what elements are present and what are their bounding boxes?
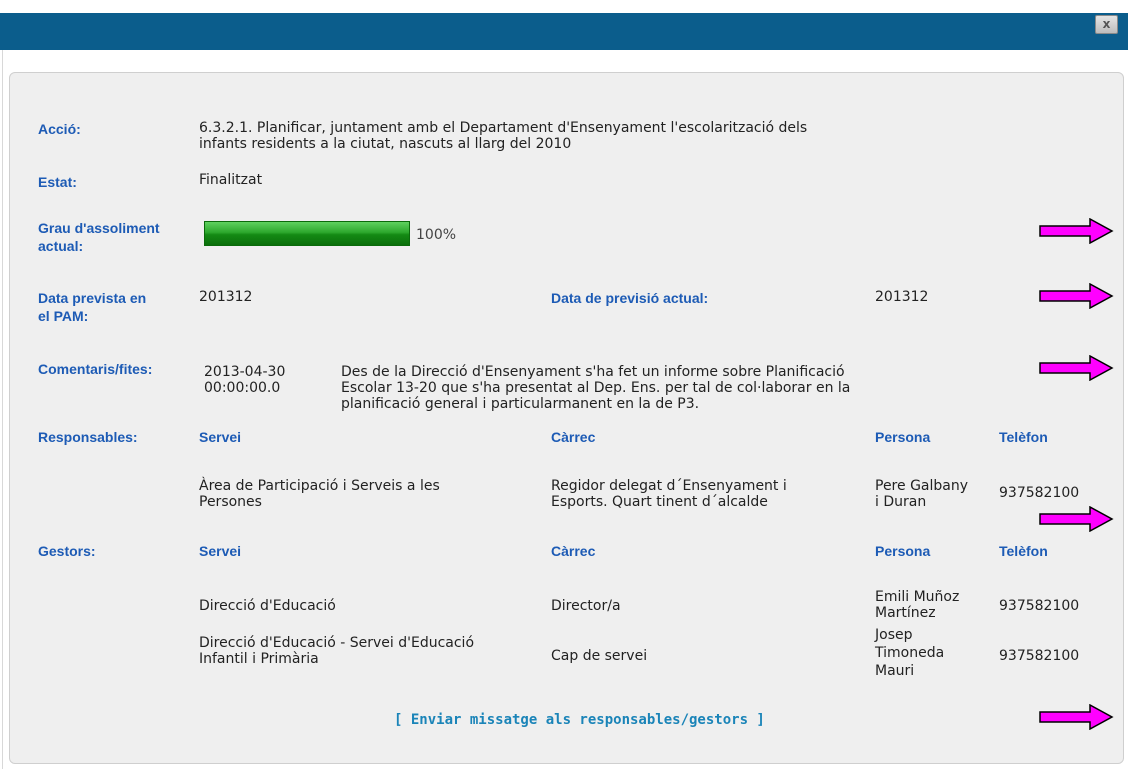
close-button[interactable]: x: [1095, 15, 1118, 34]
gestor-2-servei-1: Direcció d'Educació - Servei d'Educació: [199, 635, 475, 651]
gestors-label: Gestors:: [38, 543, 96, 559]
accio-line-2: infants residents a la ciutat, nascuts a…: [199, 136, 572, 152]
estat-label: Estat:: [38, 174, 77, 190]
data-actual-label: Data de previsió actual:: [551, 290, 709, 306]
data-actual-value: 201312: [875, 289, 929, 305]
responsables-header-servei: Servei: [199, 429, 242, 445]
responsables-header-telefon: Telèfon: [999, 429, 1048, 445]
gestors-header-carrec: Càrrec: [551, 543, 596, 559]
gestor-1-persona-2: Martínez: [875, 605, 936, 621]
right-arrow-icon: [1039, 704, 1114, 730]
responsable-carrec-2: Esports. Quart tinent d´alcalde: [551, 494, 768, 510]
accio-label: Acció:: [38, 121, 81, 137]
gestor-2-telefon: 937582100: [999, 648, 1080, 664]
progress-bar: [204, 221, 410, 246]
gestor-2-carrec: Cap de servei: [551, 648, 648, 664]
data-prevista-value: 201312: [199, 289, 253, 305]
gestor-2-persona-1: Josep: [875, 627, 913, 643]
grau-label-2: actual:: [38, 238, 84, 254]
comentaris-label: Comentaris/fites:: [38, 361, 153, 377]
right-arrow-icon: [1039, 355, 1114, 381]
comentari-text-3: planificació general i particularmanent …: [341, 396, 700, 412]
accio-line-1: 6.3.2.1. Planificar, juntament amb el De…: [199, 120, 808, 136]
progress-percent: 100%: [416, 227, 457, 243]
responsable-servei-2: Persones: [199, 494, 262, 510]
responsable-servei-1: Àrea de Participació i Serveis a les: [199, 478, 440, 494]
gestor-2-persona-2: Timoneda: [875, 645, 945, 661]
gestor-1-servei: Direcció d'Educació: [199, 598, 336, 614]
comentari-text-2: Escolar 13-20 que s'ha presentat al Dep.…: [341, 380, 851, 396]
gestor-2-persona-3: Mauri: [875, 663, 915, 679]
send-message-link[interactable]: [ Enviar missatge als responsables/gesto…: [394, 711, 765, 729]
responsables-header-carrec: Càrrec: [551, 429, 596, 445]
responsable-persona-2: i Duran: [875, 494, 927, 510]
right-arrow-icon: [1039, 218, 1114, 244]
gestor-2-servei-2: Infantil i Primària: [199, 651, 319, 667]
gestor-1-telefon: 937582100: [999, 598, 1080, 614]
responsable-persona-1: Pere Galbany: [875, 478, 969, 494]
window-left-edge: [0, 50, 3, 769]
responsables-header-persona: Persona: [875, 429, 931, 445]
data-prevista-label-2: el PAM:: [38, 308, 89, 324]
gestor-1-persona-1: Emili Muñoz: [875, 589, 960, 605]
comentari-text-1: Des de la Direcció d'Ensenyament s'ha fe…: [341, 364, 845, 380]
responsable-telefon: 937582100: [999, 485, 1080, 501]
gestors-header-servei: Servei: [199, 543, 242, 559]
gestors-header-persona: Persona: [875, 543, 931, 559]
responsables-label: Responsables:: [38, 429, 138, 445]
gestors-header-telefon: Telèfon: [999, 543, 1048, 559]
comentari-date-2: 00:00:00.0: [204, 380, 281, 396]
grau-label-1: Grau d'assoliment: [38, 220, 160, 236]
gestor-1-carrec: Director/a: [551, 598, 621, 614]
estat-value: Finalitzat: [199, 172, 263, 188]
right-arrow-icon: [1039, 506, 1114, 532]
data-prevista-label-1: Data prevista en: [38, 290, 147, 306]
comentari-date-1: 2013-04-30: [204, 364, 286, 380]
responsable-carrec-1: Regidor delegat d´Ensenyament i: [551, 478, 787, 494]
window-titlebar: x: [0, 13, 1128, 50]
right-arrow-icon: [1039, 283, 1114, 309]
